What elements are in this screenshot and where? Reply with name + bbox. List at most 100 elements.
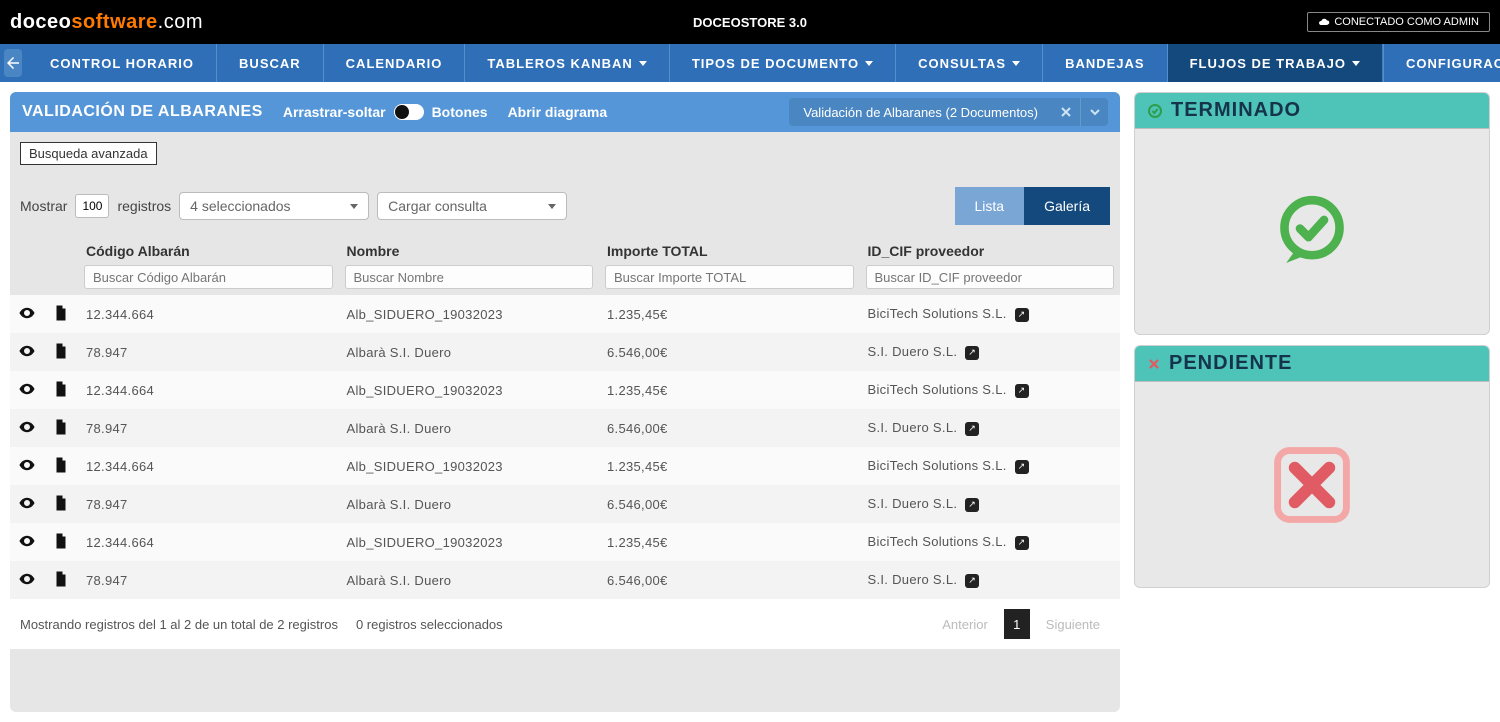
cell-nombre: Alb_SIDUERO_19032023	[339, 371, 600, 409]
external-link-icon[interactable]: ↗	[1015, 536, 1029, 550]
table-row[interactable]: 12.344.664Alb_SIDUERO_190320231.235,45€B…	[10, 371, 1120, 409]
nav-item-flujos-de-trabajo[interactable]: FLUJOS DE TRABAJO	[1167, 44, 1383, 82]
cell-codigo: 12.344.664	[78, 447, 339, 485]
row-doc-action[interactable]	[44, 409, 78, 447]
nav-item-calendario[interactable]: CALENDARIO	[323, 44, 465, 82]
load-query-dropdown[interactable]: Cargar consulta	[377, 192, 567, 220]
view-gallery-button[interactable]: Galería	[1024, 187, 1110, 225]
eye-icon	[18, 532, 36, 550]
show-count-input[interactable]	[75, 194, 109, 218]
row-doc-action[interactable]	[44, 333, 78, 371]
row-doc-action[interactable]	[44, 447, 78, 485]
cell-codigo: 78.947	[78, 409, 339, 447]
row-view-action[interactable]	[10, 409, 44, 447]
nav-item-consultas[interactable]: CONSULTAS	[895, 44, 1042, 82]
row-view-action[interactable]	[10, 561, 44, 599]
card-terminado[interactable]: TERMINADO	[1134, 92, 1490, 335]
table-row[interactable]: 78.947Albarà S.I. Duero6.546,00€S.I. Due…	[10, 485, 1120, 523]
show-label: Mostrar	[20, 198, 67, 214]
external-link-icon[interactable]: ↗	[1015, 308, 1029, 322]
external-link-icon[interactable]: ↗	[965, 498, 979, 512]
th-idcif[interactable]: ID_CIF proveedor	[860, 235, 1121, 265]
filter-idcif-input[interactable]	[866, 265, 1115, 289]
filter-importe-input[interactable]	[605, 265, 854, 289]
footer-selected: 0 registros seleccionados	[356, 617, 503, 632]
row-doc-action[interactable]	[44, 485, 78, 523]
row-view-action[interactable]	[10, 447, 44, 485]
table-row[interactable]: 78.947Albarà S.I. Duero6.546,00€S.I. Due…	[10, 561, 1120, 599]
external-link-icon[interactable]: ↗	[1015, 460, 1029, 474]
cell-codigo: 78.947	[78, 485, 339, 523]
external-link-icon[interactable]: ↗	[965, 574, 979, 588]
cell-proveedor: BiciTech Solutions S.L. ↗	[860, 295, 1121, 333]
documents-table: Código Albarán Nombre Importe TOTAL ID_C…	[10, 235, 1120, 599]
nav-item-tableros-kanban[interactable]: TABLEROS KANBAN	[464, 44, 668, 82]
table-row[interactable]: 12.344.664Alb_SIDUERO_190320231.235,45€B…	[10, 447, 1120, 485]
cell-proveedor: BiciTech Solutions S.L. ↗	[860, 523, 1121, 561]
brand-logo: doceosoftware.com	[10, 11, 203, 34]
cell-proveedor: S.I. Duero S.L. ↗	[860, 485, 1121, 523]
view-toggle-drag-buttons[interactable]: Arrastrar-soltar Botones	[283, 104, 488, 120]
toggle-switch[interactable]	[394, 104, 424, 120]
columns-selected-dropdown[interactable]: 4 seleccionados	[179, 192, 369, 220]
nav-item-configuración[interactable]: CONFIGURACIÓN	[1383, 44, 1500, 82]
th-importe[interactable]: Importe TOTAL	[599, 235, 860, 265]
view-list-button[interactable]: Lista	[955, 187, 1025, 225]
prev-page-button[interactable]: Anterior	[932, 613, 998, 636]
app-title: DOCEOSTORE 3.0	[693, 15, 807, 30]
page-number[interactable]: 1	[1004, 609, 1030, 639]
row-view-action[interactable]	[10, 333, 44, 371]
th-nombre[interactable]: Nombre	[339, 235, 600, 265]
filter-nombre-input[interactable]	[345, 265, 594, 289]
document-icon	[52, 418, 70, 436]
document-icon	[52, 342, 70, 360]
cell-importe: 1.235,45€	[599, 371, 860, 409]
cell-nombre: Alb_SIDUERO_19032023	[339, 447, 600, 485]
back-button[interactable]	[4, 49, 22, 77]
external-link-icon[interactable]: ↗	[965, 346, 979, 360]
x-icon	[1147, 357, 1161, 371]
row-view-action[interactable]	[10, 485, 44, 523]
table-row[interactable]: 12.344.664Alb_SIDUERO_190320231.235,45€B…	[10, 523, 1120, 561]
open-diagram-link[interactable]: Abrir diagrama	[508, 104, 608, 120]
main-nav: CONTROL HORARIOBUSCARCALENDARIOTABLEROS …	[0, 44, 1500, 82]
cell-proveedor: BiciTech Solutions S.L. ↗	[860, 447, 1121, 485]
card-pendiente-title: PENDIENTE	[1169, 352, 1292, 375]
eye-icon	[18, 494, 36, 512]
document-icon	[52, 456, 70, 474]
table-row[interactable]: 78.947Albarà S.I. Duero6.546,00€S.I. Due…	[10, 409, 1120, 447]
card-pendiente[interactable]: PENDIENTE	[1134, 345, 1490, 588]
row-view-action[interactable]	[10, 371, 44, 409]
connection-status-badge[interactable]: CONECTADO COMO ADMIN	[1307, 12, 1490, 32]
workflow-pill-dropdown[interactable]	[1080, 98, 1108, 126]
row-doc-action[interactable]	[44, 561, 78, 599]
cell-codigo: 12.344.664	[78, 523, 339, 561]
row-view-action[interactable]	[10, 523, 44, 561]
caret-down-icon	[350, 204, 358, 209]
next-page-button[interactable]: Siguiente	[1036, 613, 1110, 636]
workflow-pill-close[interactable]	[1052, 98, 1080, 126]
table-row[interactable]: 78.947Albarà S.I. Duero6.546,00€S.I. Due…	[10, 333, 1120, 371]
filter-codigo-input[interactable]	[84, 265, 333, 289]
row-doc-action[interactable]	[44, 295, 78, 333]
cell-importe: 1.235,45€	[599, 523, 860, 561]
eye-icon	[18, 570, 36, 588]
document-icon	[52, 570, 70, 588]
nav-item-buscar[interactable]: BUSCAR	[216, 44, 323, 82]
nav-item-control-horario[interactable]: CONTROL HORARIO	[28, 44, 216, 82]
row-view-action[interactable]	[10, 295, 44, 333]
table-row[interactable]: 12.344.664Alb_SIDUERO_190320231.235,45€B…	[10, 295, 1120, 333]
th-codigo[interactable]: Código Albarán	[78, 235, 339, 265]
table-footer: Mostrando registros del 1 al 2 de un tot…	[10, 599, 1120, 649]
cell-nombre: Albarà S.I. Duero	[339, 409, 600, 447]
document-icon	[52, 532, 70, 550]
nav-item-tipos-de-documento[interactable]: TIPOS DE DOCUMENTO	[669, 44, 895, 82]
row-doc-action[interactable]	[44, 523, 78, 561]
cell-codigo: 78.947	[78, 561, 339, 599]
external-link-icon[interactable]: ↗	[1015, 384, 1029, 398]
nav-item-bandejas[interactable]: BANDEJAS	[1042, 44, 1167, 82]
advanced-search-button[interactable]: Busqueda avanzada	[20, 142, 157, 165]
toggle-label-buttons: Botones	[432, 104, 488, 120]
external-link-icon[interactable]: ↗	[965, 422, 979, 436]
row-doc-action[interactable]	[44, 371, 78, 409]
